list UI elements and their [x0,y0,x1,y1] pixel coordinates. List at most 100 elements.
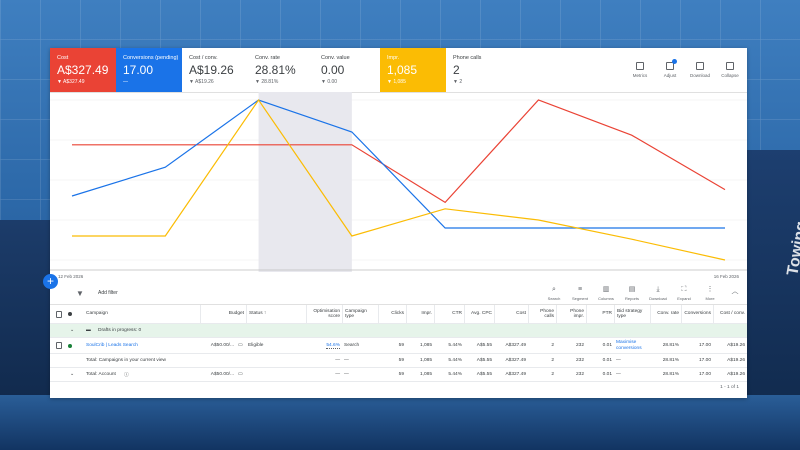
total-view-clicks: 59 [398,358,404,363]
row-checkbox[interactable] [54,338,64,353]
campaigns-table: Campaign Budget Status ↑ Optimisation sc… [50,305,747,382]
header-clicks[interactable]: Clicks [378,305,406,323]
columns-icon: ▥ [602,286,610,293]
header-ptr[interactable]: PTR [586,305,614,323]
chevron-down-icon[interactable]: ⌄ [68,324,78,337]
adjust-icon [666,59,677,70]
performance-line-chart[interactable] [50,92,747,272]
expand-tool-button[interactable]: ⛶ Expand [673,286,695,301]
add-filter-button[interactable]: Add filter [98,290,118,296]
tool-label: More [705,296,715,301]
metric-tile-impressions[interactable]: Impr. 1,085 ▼ 1,085 [380,48,446,92]
header-phone-calls[interactable]: Phone calls [528,305,556,323]
download-tool-button[interactable]: ⤓ Download [647,286,669,301]
chart-start-date: 12 Feb 2026 [58,274,84,279]
metric-label: Cost / conv. [189,55,218,61]
select-all-checkbox[interactable] [54,305,64,323]
header-impr[interactable]: Impr. [406,305,434,323]
metric-tile-cost-per-conv[interactable]: Cost / conv. A$19.26 ▼ A$19.26 [182,48,248,92]
chevron-down-icon[interactable]: ⌄ [68,368,78,381]
reports-tool-button[interactable]: ▤ Reports [621,286,643,301]
metrics-button[interactable]: Metrics [629,62,651,78]
opt-score-value: 54.6% [326,342,340,349]
download-button[interactable]: Download [689,62,711,78]
header-budget[interactable]: Budget [200,305,246,323]
header-campaign[interactable]: Campaign [84,305,194,323]
budget-edit-icon[interactable]: ▭ [236,338,246,353]
header-cost-conv[interactable]: Cost / conv. [713,305,747,323]
collapse-button[interactable]: Collapse [719,62,741,78]
metric-value: A$19.26 [189,63,234,77]
chart-series-line-1[interactable] [71,99,725,229]
campaign-cost-conv: A$19.26 [727,343,745,348]
campaign-name-link[interactable]: SoulCrib | Leads Search [84,338,200,353]
header-opt-score[interactable]: Optimisation score [306,305,342,323]
total-account-cost: A$327.49 [505,372,526,377]
more-tool-button[interactable]: ⋮ More [699,286,721,301]
header-bid-strategy[interactable]: Bid strategy type [614,305,650,323]
total-account-cost-conv: A$19.26 [727,372,745,377]
metric-tile-conv-rate[interactable]: Conv. rate 28.81% ▼ 28.81% [248,48,314,92]
opt-score-link[interactable]: 54.6% [306,338,342,353]
metric-value: 1,085 [387,63,418,77]
campaign-name: SoulCrib | Leads Search [86,343,138,348]
metric-label: Cost [57,55,69,61]
metric-change: ▼ 1,085 [387,79,406,85]
budget-edit-icon[interactable]: ▭ [236,368,246,381]
chart-series-line-0[interactable] [72,99,726,204]
table-header-row: Campaign Budget Status ↑ Optimisation sc… [50,305,747,324]
search-tool-button[interactable]: ⌕ Search [543,286,565,301]
adjust-button-label: Adjust [663,73,677,78]
metric-value: A$327.49 [57,63,109,77]
metric-value: 28.81% [255,63,296,77]
header-status[interactable]: Status ↑ [246,305,306,323]
table-row-campaign[interactable]: SoulCrib | Leads Search A$50.00/... ▭ El… [50,338,747,354]
metric-tile-cost[interactable]: Cost A$327.49 ▼ A$327.49 [50,48,116,92]
total-account-budget: A$50.00/... [210,372,234,377]
checkbox-box [56,342,62,349]
drafts-row[interactable]: ⌄ ▬ Drafts in progress: 0 [50,324,747,338]
help-icon[interactable]: ⓘ [122,368,132,381]
metric-tile-conv-value[interactable]: Conv. value 0.00 ▼ 0.00 [314,48,380,92]
chart-end-date: 16 Feb 2026 [713,274,739,279]
segment-tool-button[interactable]: ≡ Segment [569,286,591,301]
reports-icon: ▤ [628,286,636,293]
header-phone-impr[interactable]: Phone impr. [556,305,586,323]
campaign-conv-rate: 28.81% [662,343,679,348]
metric-tile-phone-calls[interactable]: Phone calls 2 ▼ 2 [446,48,512,92]
campaign-status: Eligible [248,343,264,348]
campaign-conversions: 17.00 [698,343,711,348]
campaign-ctr: 5.44% [448,343,462,348]
header-cost[interactable]: Cost [494,305,528,323]
columns-tool-button[interactable]: ▥ Columns [595,286,617,301]
header-conv-rate[interactable]: Conv. rate [650,305,681,323]
expand-icon: ⛶ [681,286,687,293]
green-dot-icon [68,343,72,348]
tool-label: Columns [598,296,614,301]
google-ads-panel: Cost A$327.49 ▼ A$327.49 Conversions (pe… [43,48,747,398]
metric-change: ▼ A$327.49 [57,79,85,85]
header-ctr[interactable]: CTR [434,305,464,323]
collapse-table-icon[interactable]: ︿ [729,286,741,301]
metric-value: 17.00 [123,63,154,77]
tool-label: Reports [624,296,639,301]
total-account-conversions: 17.00 [698,372,711,377]
metric-label: Conversions (pending) [123,55,179,61]
bid-strategy-link[interactable]: Maximise conversions [614,338,650,353]
filter-icon[interactable]: ▼ [76,289,84,298]
campaign-impr: 1,085 [419,343,432,348]
checkbox-box [56,310,62,318]
metric-label: Conv. value [321,55,350,61]
adjust-button[interactable]: Adjust [659,59,681,78]
header-campaign-type[interactable]: Campaign type [342,305,378,323]
tool-label: Segment [571,296,588,301]
table-tools: ⌕ Search ≡ Segment ▥ Columns ▤ Reports ⤓ Download… [543,286,741,301]
metric-change: — [123,79,128,85]
metric-tile-conversions[interactable]: Conversions (pending) 17.00 — [116,48,182,92]
enabled-status-icon[interactable] [66,338,76,353]
header-conversions[interactable]: Conversions [681,305,713,323]
header-avg-cpc[interactable]: Avg. CPC [464,305,494,323]
metric-label: Impr. [387,55,400,61]
table-row-total-view: Total: Campaigns in your current view — … [50,354,747,368]
total-account-bid-strategy: — [616,372,621,377]
